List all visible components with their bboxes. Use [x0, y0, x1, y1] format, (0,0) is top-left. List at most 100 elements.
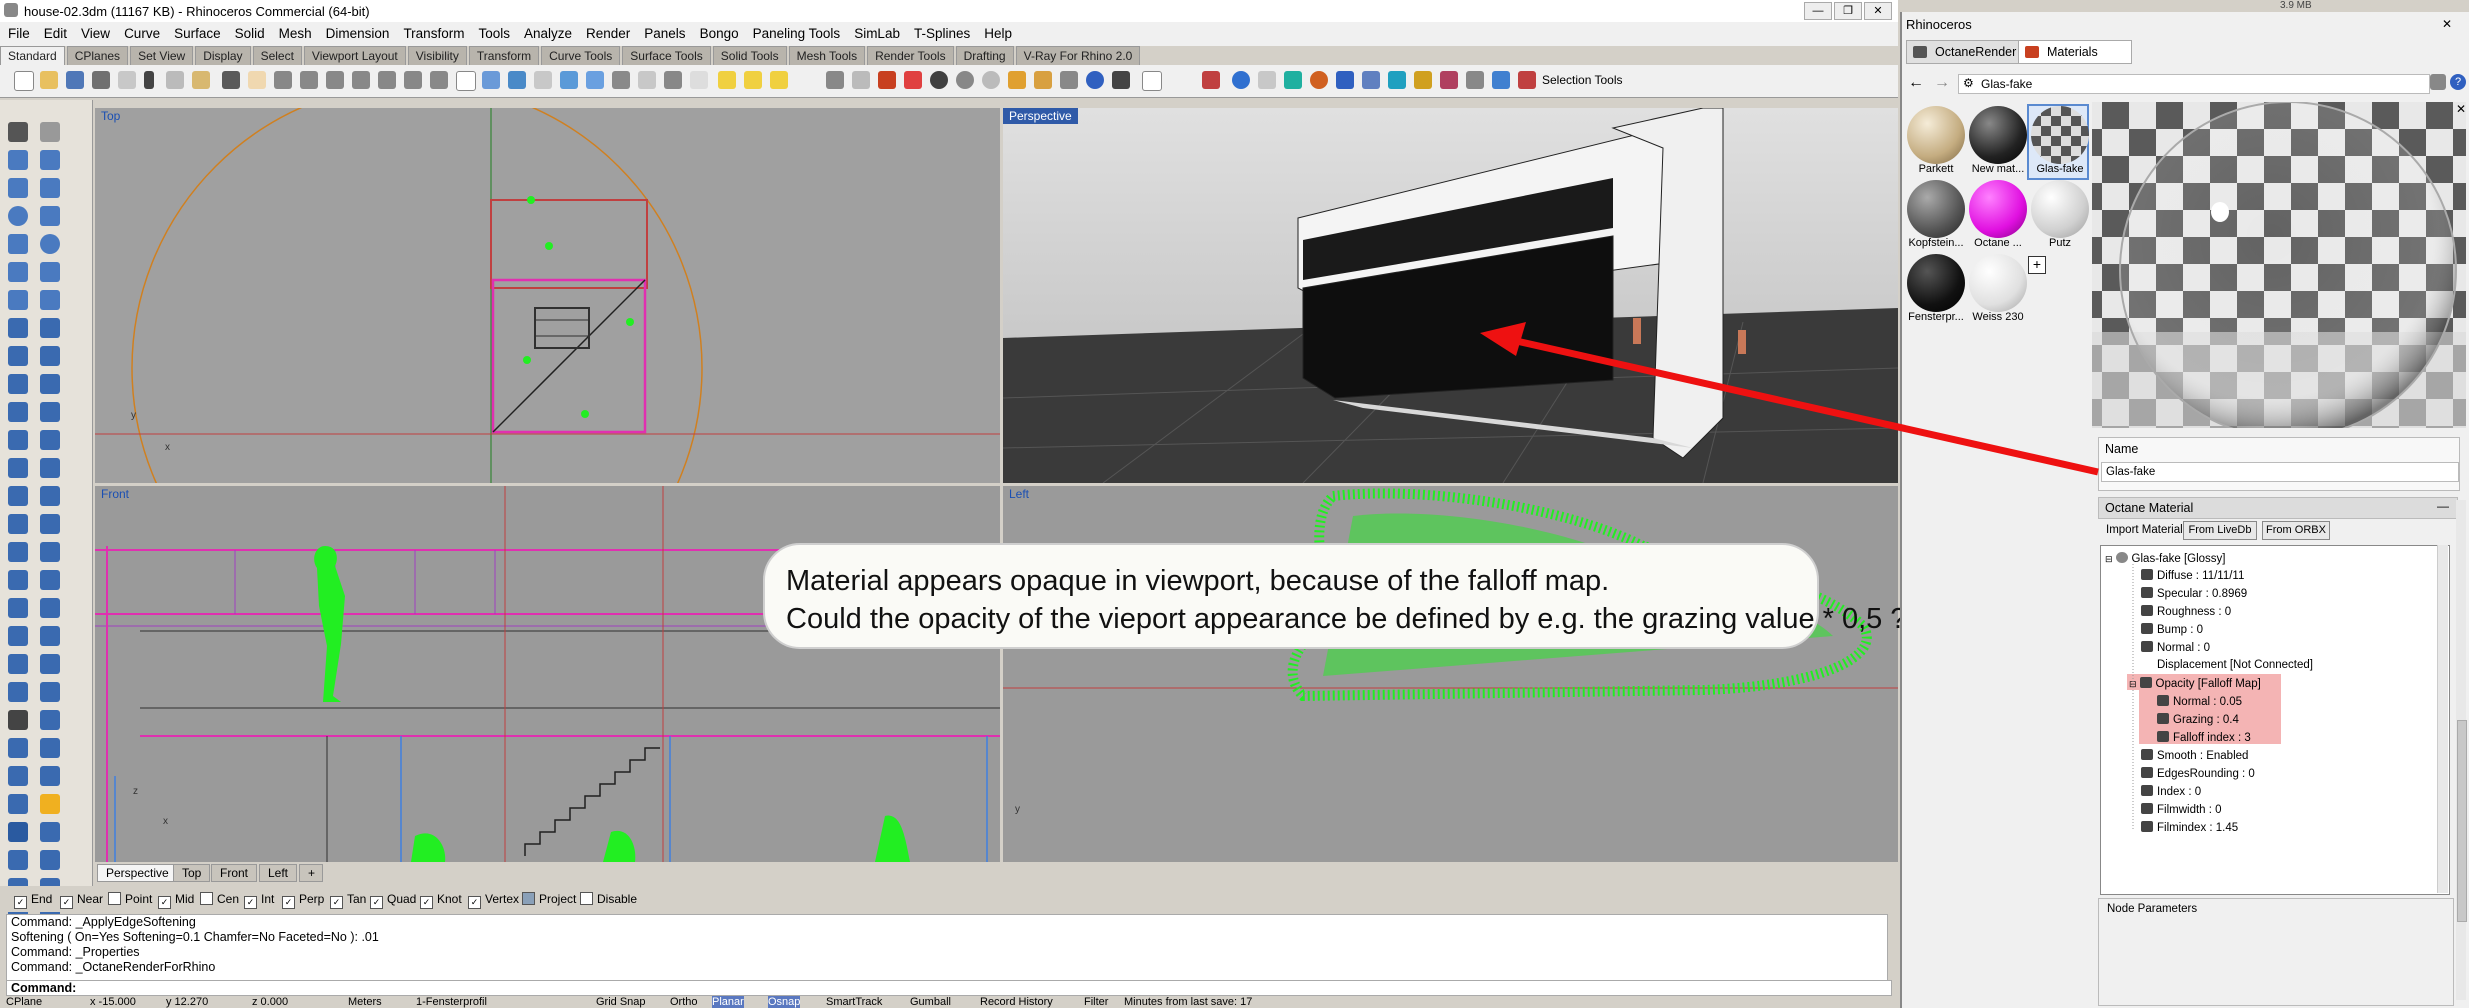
vray-render-icon[interactable]: [1202, 71, 1220, 89]
revolve-icon[interactable]: [40, 346, 60, 366]
vray-light-icon[interactable]: [1336, 71, 1354, 89]
menu-bongo[interactable]: Bongo: [692, 22, 745, 46]
maximize-button[interactable]: ❐: [1834, 2, 1862, 20]
layers-icon[interactable]: [40, 710, 60, 730]
osnap-cen[interactable]: Cen: [200, 892, 239, 906]
osnap-point-checkbox[interactable]: [108, 892, 121, 905]
zoom-window-icon[interactable]: [326, 71, 344, 89]
edit-points-icon[interactable]: [664, 71, 682, 89]
swatch-glas-fake[interactable]: [2031, 106, 2089, 164]
text-object-icon[interactable]: [8, 822, 28, 842]
rectangle-icon[interactable]: [8, 234, 28, 254]
tree-node[interactable]: Specular : 0.8969: [2141, 587, 2247, 600]
swatch-putz[interactable]: [2031, 180, 2089, 238]
copy-object-icon[interactable]: [534, 71, 552, 89]
osnap-near-checkbox[interactable]: ✓: [60, 896, 73, 909]
tree-node[interactable]: Grazing : 0.4: [2157, 713, 2239, 726]
swatch-new-material[interactable]: [1969, 106, 2027, 164]
tree-node[interactable]: Normal : 0: [2141, 641, 2210, 654]
network-icon[interactable]: [40, 850, 60, 870]
tab-transform[interactable]: Transform: [468, 46, 540, 65]
lights-icon[interactable]: [770, 71, 788, 89]
command-input[interactable]: Command:: [6, 980, 1892, 996]
grid-icon[interactable]: [560, 71, 578, 89]
sun-icon[interactable]: [40, 794, 60, 814]
status-smarttrack[interactable]: SmartTrack: [826, 996, 882, 1008]
menu-curve[interactable]: Curve: [116, 22, 166, 46]
copy-icon[interactable]: [166, 71, 184, 89]
properties-icon[interactable]: [118, 71, 136, 89]
osnap-end[interactable]: ✓ End: [14, 892, 52, 909]
select-arrow-icon[interactable]: [8, 122, 28, 142]
lock-icon[interactable]: [826, 71, 844, 89]
panel-scroll-thumb[interactable]: [2457, 720, 2467, 922]
join-icon[interactable]: [8, 458, 28, 478]
light-bulb-off-icon[interactable]: [744, 71, 762, 89]
tree-node[interactable]: Roughness : 0: [2141, 605, 2231, 618]
line-icon[interactable]: [8, 178, 28, 198]
tree-scrollbar[interactable]: [2437, 545, 2448, 893]
tab-viewport-layout[interactable]: Viewport Layout: [303, 46, 406, 65]
tree-node[interactable]: Displacement [Not Connected]: [2157, 659, 2313, 671]
osnap-vertex[interactable]: ✓ Vertex: [468, 892, 519, 909]
tree-node[interactable]: Bump : 0: [2141, 623, 2203, 636]
mesh-icon[interactable]: [8, 430, 28, 450]
menu-surface[interactable]: Surface: [166, 22, 227, 46]
menu-help[interactable]: Help: [976, 22, 1018, 46]
array-icon[interactable]: [8, 514, 28, 534]
vray-material-icon[interactable]: [1284, 71, 1302, 89]
osnap-perp[interactable]: ✓ Perp: [282, 892, 324, 909]
menu-paneling-tools[interactable]: Paneling Tools: [745, 22, 847, 46]
osnap-project[interactable]: Project: [522, 892, 576, 906]
menu-dimension[interactable]: Dimension: [318, 22, 396, 46]
curve-icon[interactable]: [40, 150, 60, 170]
menu-render[interactable]: Render: [578, 22, 636, 46]
tree-node[interactable]: Falloff index : 3: [2157, 731, 2251, 744]
extrude-icon[interactable]: [40, 318, 60, 338]
viewport-perspective-label[interactable]: Perspective: [1003, 108, 1078, 124]
osnap-mid-checkbox[interactable]: ✓: [158, 896, 171, 909]
point-icon[interactable]: [40, 122, 60, 142]
menu-simlab[interactable]: SimLab: [846, 22, 906, 46]
undo-icon[interactable]: [222, 71, 240, 89]
osnap-cen-checkbox[interactable]: [200, 892, 213, 905]
rebuild-icon[interactable]: [40, 654, 60, 674]
vptab-front[interactable]: Front: [211, 864, 258, 882]
viewport-front-label[interactable]: Front: [95, 486, 135, 502]
analyze-curve-icon[interactable]: [8, 626, 28, 646]
pan-hand-icon[interactable]: [248, 71, 266, 89]
move-icon[interactable]: [508, 71, 526, 89]
vptab-top[interactable]: Top: [173, 864, 211, 882]
arc-icon[interactable]: [40, 206, 60, 226]
menu-file[interactable]: File: [0, 22, 36, 46]
status-layer[interactable]: 1-Fensterprofil: [416, 996, 487, 1008]
tab-solid-tools[interactable]: Solid Tools: [712, 46, 787, 65]
select-icon[interactable]: [482, 71, 500, 89]
osnap-int-checkbox[interactable]: ✓: [244, 896, 257, 909]
help-circle-icon[interactable]: ?: [2450, 74, 2466, 90]
viewport-left-label[interactable]: Left: [1003, 486, 1035, 502]
offset-icon[interactable]: [40, 262, 60, 282]
osnap-quad-checkbox[interactable]: ✓: [370, 896, 383, 909]
status-gumball[interactable]: Gumball: [910, 996, 951, 1008]
shaded-sphere-icon[interactable]: [956, 71, 974, 89]
swatch-weiss-230[interactable]: [1969, 254, 2027, 312]
analyze-icon[interactable]: [690, 71, 708, 89]
osnap-tan[interactable]: ✓ Tan: [330, 892, 366, 909]
boolean-union-icon[interactable]: [8, 402, 28, 422]
layer-icon[interactable]: [586, 71, 604, 89]
rotate-view-icon[interactable]: [274, 71, 292, 89]
swatch-octane[interactable]: [1969, 180, 2027, 238]
octane-material-header[interactable]: Octane Material —: [2098, 497, 2458, 519]
menu-transform[interactable]: Transform: [395, 22, 470, 46]
vray-options-icon[interactable]: [1232, 71, 1250, 89]
osnap-knot[interactable]: ✓ Knot: [420, 892, 462, 909]
paste-icon[interactable]: [192, 71, 210, 89]
loft-icon[interactable]: [8, 346, 28, 366]
contour-icon[interactable]: [8, 766, 28, 786]
osnap-quad[interactable]: ✓ Quad: [370, 892, 416, 909]
sweep-icon[interactable]: [8, 850, 28, 870]
status-grid-snap[interactable]: Grid Snap: [596, 996, 646, 1008]
group-icon[interactable]: [8, 542, 28, 562]
scale-object-icon[interactable]: [40, 514, 60, 534]
